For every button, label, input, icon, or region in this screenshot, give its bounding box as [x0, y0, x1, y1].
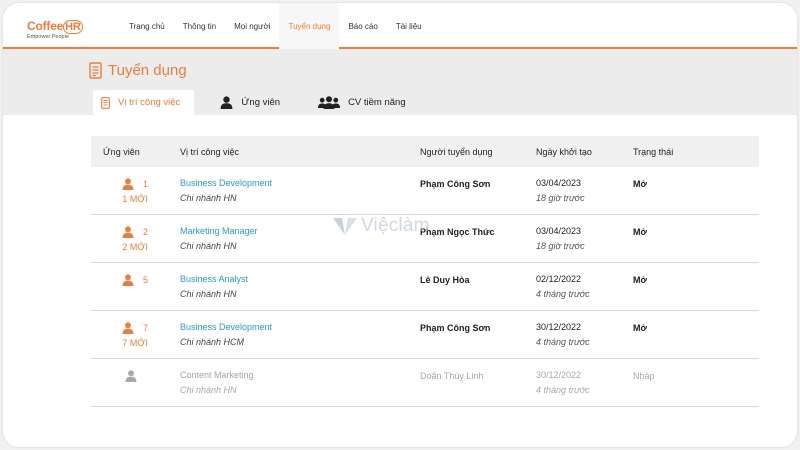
candidate-count: 5	[142, 274, 148, 285]
recruiter-name: Phạm Công Sơn	[420, 322, 491, 333]
status-label: Mở	[633, 178, 647, 189]
status-label: Mở	[633, 322, 647, 333]
logo-name-part2: HR	[63, 20, 83, 34]
new-candidates-badge: 2 MỚI	[122, 242, 148, 252]
logo-wordmark: Coffee HR	[27, 19, 83, 34]
logo-name-part1: Coffee	[27, 19, 64, 33]
main-nav: Trang chủ Thông tin Mọi người Tuyển dụng…	[120, 3, 431, 49]
logo-tagline: Empower People	[27, 34, 69, 40]
created-date: 30/12/2022	[536, 370, 582, 380]
content-panel: Ứng viên Vị trí công việc Người tuyển dụ…	[3, 115, 797, 447]
candidate-count: 2	[142, 227, 148, 237]
tab-bar: Vị trí công việc Ứng viên CV tiềm năng	[93, 90, 406, 115]
document-icon	[101, 96, 110, 109]
tab-job-positions[interactable]: Vị trí công việc	[93, 90, 195, 115]
person-icon	[122, 273, 134, 286]
candidate-count-cell[interactable]: 2 2 MỚI	[91, 225, 179, 252]
top-navbar: Coffee HR Empower People Trang chủ Thông …	[3, 3, 797, 49]
table-header: Ứng viên Vị trí công việc Người tuyển dụ…	[91, 136, 759, 167]
table-row[interactable]: 2 2 MỚI Marketing Manager Chi nhánh HN P…	[91, 215, 759, 263]
job-branch: Chi nhánh HN	[180, 385, 237, 395]
created-date: 30/12/2022	[536, 322, 582, 332]
job-title-link[interactable]: Business Development	[180, 322, 420, 332]
job-branch: Chi nhánh HN	[180, 241, 237, 251]
job-title-link[interactable]: Content Marketing	[180, 370, 420, 380]
nav-item-documents[interactable]: Tài liệu	[387, 3, 431, 49]
status-label: Mở	[633, 226, 647, 237]
nav-item-home[interactable]: Trang chủ	[120, 3, 174, 49]
recruiter-name: Lê Duy Hòa	[420, 274, 470, 285]
job-title-link[interactable]: Business Analyst	[180, 274, 420, 284]
nav-item-reports[interactable]: Báo cáo	[339, 3, 386, 49]
header-position[interactable]: Vị trí công việc	[179, 147, 420, 157]
created-relative: 4 tháng trước	[536, 289, 590, 299]
job-branch: Chi nhánh HN	[180, 193, 237, 203]
candidate-count-cell[interactable]: 1 1 MỚI	[91, 177, 179, 204]
header-status[interactable]: Trạng thái	[633, 147, 753, 157]
table-row[interactable]: 7 7 MỚI Business Development Chi nhánh H…	[91, 311, 759, 359]
created-relative: 4 tháng trước	[536, 337, 590, 347]
candidate-count: 7	[142, 323, 148, 333]
person-icon	[125, 369, 136, 382]
job-table: Ứng viên Vị trí công việc Người tuyển dụ…	[91, 136, 759, 407]
group-icon	[318, 96, 341, 109]
nav-item-recruitment[interactable]: Tuyển dụng	[279, 3, 340, 49]
recruiter-name: Phạm Công Sơn	[420, 178, 491, 189]
person-icon	[220, 96, 233, 109]
created-relative: 4 tháng trước	[536, 385, 590, 395]
header-candidates[interactable]: Ứng viên	[91, 147, 179, 157]
tab-label: Vị trí công việc	[118, 97, 181, 108]
person-icon	[122, 322, 134, 334]
header-created[interactable]: Ngày khởi tạo	[536, 147, 633, 157]
candidate-count: 1	[142, 179, 148, 189]
job-branch: Chi nhánh HN	[180, 289, 237, 299]
tab-potential-cv[interactable]: CV tiềm năng	[318, 90, 406, 115]
brand-logo[interactable]: Coffee HR Empower People	[27, 19, 97, 45]
app-window: Coffee HR Empower People Trang chủ Thông …	[3, 3, 797, 447]
document-icon	[89, 62, 102, 79]
tab-candidates[interactable]: Ứng viên	[220, 90, 280, 115]
nav-item-people[interactable]: Mọi người	[225, 3, 279, 49]
page-header: Tuyển dụng	[89, 62, 187, 79]
new-candidates-badge: 1 MỚI	[122, 194, 148, 204]
status-label: Nháp	[633, 370, 655, 381]
header-recruiter[interactable]: Người tuyển dụng	[420, 147, 536, 157]
table-row[interactable]: Content Marketing Chi nhánh HN Doãn Thùy…	[91, 359, 759, 407]
nav-item-info[interactable]: Thông tin	[174, 3, 225, 49]
created-date: 02/12/2022	[536, 274, 582, 284]
job-title-link[interactable]: Marketing Manager	[180, 226, 420, 236]
created-date: 03/04/2023	[536, 226, 582, 236]
recruiter-name: Phạm Ngọc Thức	[420, 226, 495, 237]
job-branch: Chi nhánh HCM	[180, 337, 245, 347]
created-relative: 18 giờ trước	[536, 193, 585, 203]
tab-label: CV tiềm năng	[348, 97, 406, 108]
person-icon	[122, 178, 134, 190]
tab-label: Ứng viên	[241, 97, 281, 108]
table-row[interactable]: 5 Business Analyst Chi nhánh HN Lê Duy H…	[91, 263, 759, 311]
created-date: 03/04/2023	[536, 178, 582, 188]
person-icon	[122, 226, 134, 238]
recruiter-name: Doãn Thùy Linh	[420, 370, 484, 381]
job-title-link[interactable]: Business Development	[180, 178, 420, 188]
candidate-count-cell[interactable]: 7 7 MỚI	[91, 321, 179, 348]
status-label: Mở	[633, 274, 647, 285]
table-row[interactable]: 1 1 MỚI Business Development Chi nhánh H…	[91, 167, 759, 215]
new-candidates-badge: 7 MỚI	[122, 338, 148, 348]
page-title: Tuyển dụng	[108, 62, 187, 79]
created-relative: 18 giờ trước	[536, 241, 585, 251]
